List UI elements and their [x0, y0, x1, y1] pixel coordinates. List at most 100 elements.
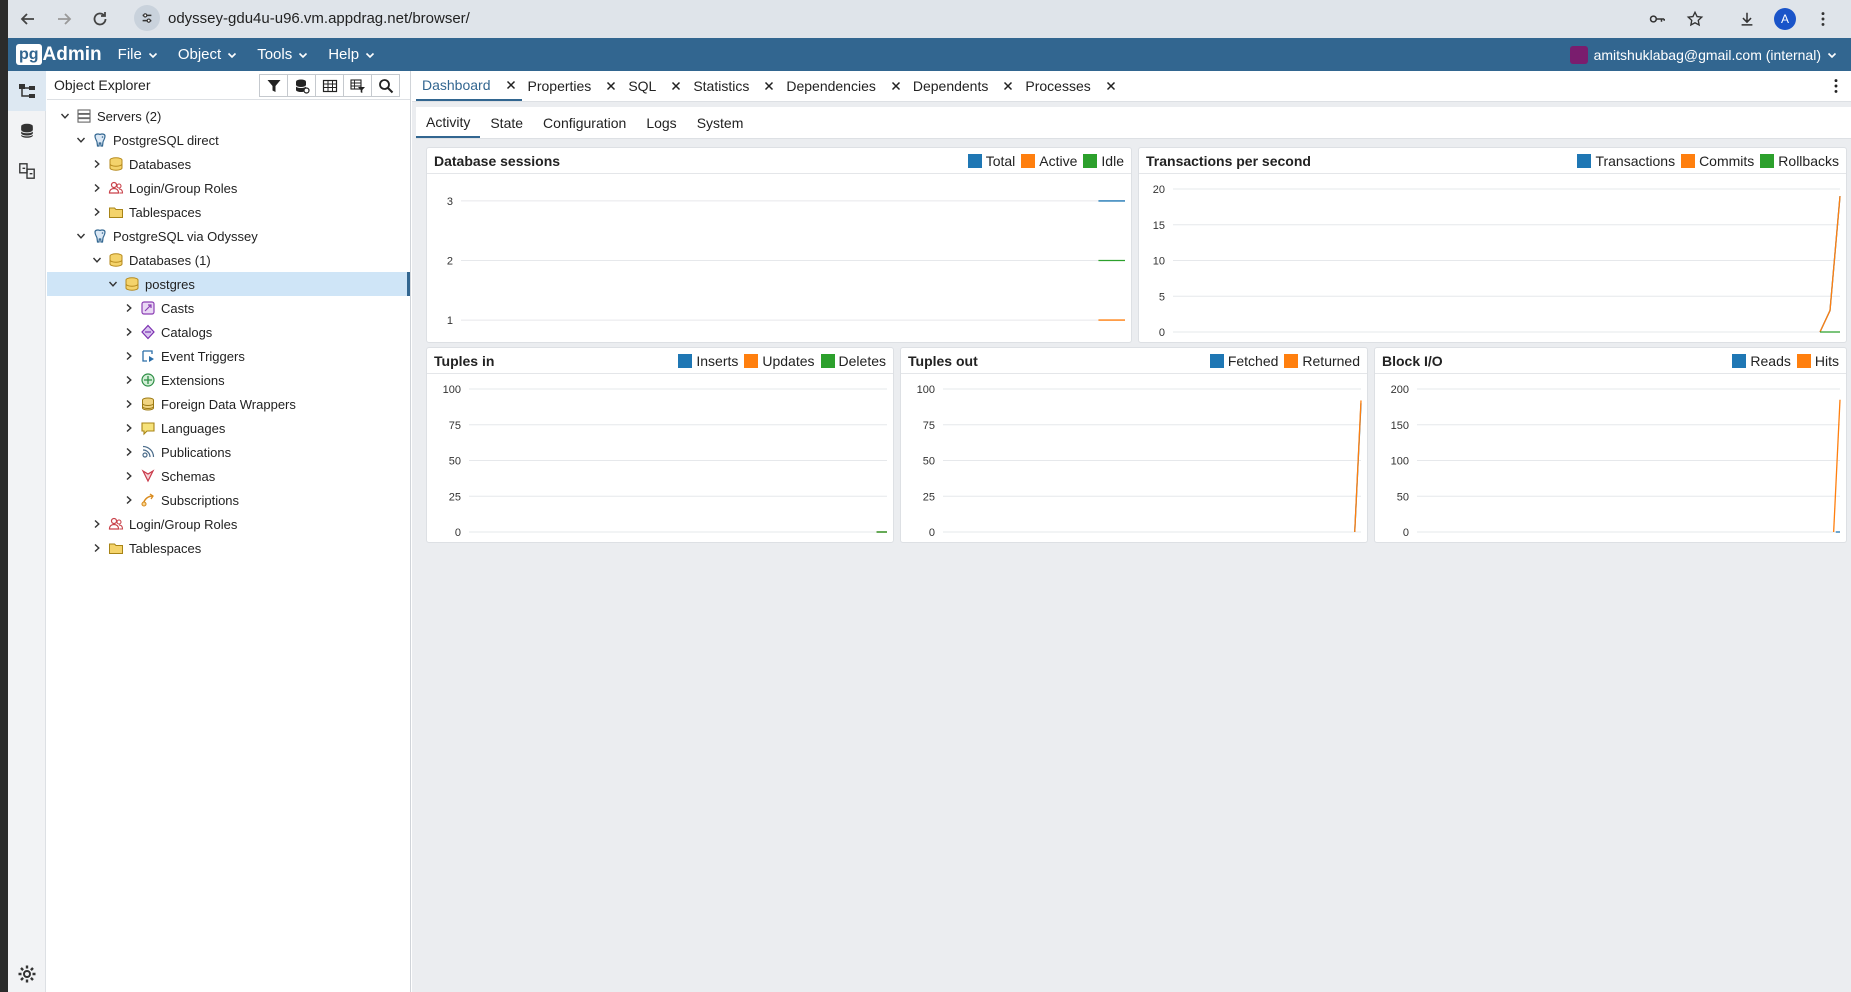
- tab-more-menu[interactable]: [1827, 77, 1845, 98]
- tree-node[interactable]: Publications: [47, 440, 410, 464]
- back-button[interactable]: [12, 3, 44, 35]
- chevron-right-icon[interactable]: [90, 541, 104, 555]
- chevron-right-icon[interactable]: [122, 445, 136, 459]
- legend-item[interactable]: Deletes: [820, 353, 886, 369]
- legend-item[interactable]: Reads: [1732, 353, 1791, 369]
- tree-node[interactable]: PostgreSQL direct: [47, 128, 410, 152]
- legend-item[interactable]: Transactions: [1577, 153, 1675, 169]
- legend-item[interactable]: Inserts: [678, 353, 738, 369]
- close-icon[interactable]: [757, 81, 774, 91]
- menu-help[interactable]: Help: [328, 46, 375, 63]
- tab-dependents[interactable]: Dependents: [907, 71, 1020, 101]
- close-icon[interactable]: [1099, 81, 1116, 91]
- tree-node[interactable]: Databases (1): [47, 248, 410, 272]
- subtab-system[interactable]: System: [687, 108, 754, 138]
- tree-node[interactable]: Login/Group Roles: [47, 176, 410, 200]
- tree-node[interactable]: Catalogs: [47, 320, 410, 344]
- close-icon[interactable]: [599, 81, 616, 91]
- reload-button[interactable]: [84, 3, 116, 35]
- chevron-right-icon[interactable]: [90, 157, 104, 171]
- bookmark-star-icon[interactable]: [1681, 5, 1709, 33]
- chevron-down-icon[interactable]: [106, 277, 120, 291]
- menu-file[interactable]: File: [118, 46, 158, 63]
- tree-node[interactable]: Languages: [47, 416, 410, 440]
- close-icon[interactable]: [664, 81, 681, 91]
- chevron-right-icon[interactable]: [122, 469, 136, 483]
- tab-properties[interactable]: Properties: [522, 71, 623, 101]
- tree-node[interactable]: Foreign Data Wrappers: [47, 392, 410, 416]
- subtab-configuration[interactable]: Configuration: [533, 108, 636, 138]
- chevron-right-icon[interactable]: [90, 205, 104, 219]
- chevron-down-icon[interactable]: [58, 109, 72, 123]
- tree-node[interactable]: Event Triggers: [47, 344, 410, 368]
- chevron-down-icon[interactable]: [74, 133, 88, 147]
- menu-object[interactable]: Object: [178, 46, 237, 63]
- tree-node[interactable]: Login/Group Roles: [47, 512, 410, 536]
- close-icon[interactable]: [884, 81, 901, 91]
- object-explorer-rail-button[interactable]: [8, 71, 46, 111]
- legend-item[interactable]: Rollbacks: [1760, 153, 1839, 169]
- tree-node[interactable]: Databases: [47, 152, 410, 176]
- forward-button[interactable]: [48, 3, 80, 35]
- chevron-right-icon[interactable]: [90, 181, 104, 195]
- tree-node[interactable]: Extensions: [47, 368, 410, 392]
- address-bar[interactable]: odyssey-gdu4u-u96.vm.appdrag.net/browser…: [128, 3, 1688, 33]
- chevron-down-icon[interactable]: [74, 229, 88, 243]
- subtab-state[interactable]: State: [480, 108, 533, 138]
- filtered-rows-button[interactable]: [343, 74, 372, 97]
- tree-node[interactable]: Schemas: [47, 464, 410, 488]
- tree-node-label: Schemas: [161, 468, 216, 484]
- tree-node[interactable]: Subscriptions: [47, 488, 410, 512]
- chevron-right-icon[interactable]: [122, 325, 136, 339]
- tree-node[interactable]: Casts: [47, 296, 410, 320]
- tab-dependencies[interactable]: Dependencies: [780, 71, 907, 101]
- site-settings-icon[interactable]: [134, 5, 160, 31]
- settings-button[interactable]: [8, 964, 46, 984]
- tab-statistics[interactable]: Statistics: [687, 71, 780, 101]
- tree-node[interactable]: postgres: [47, 272, 410, 296]
- tree-node[interactable]: Servers (2): [47, 104, 410, 128]
- legend-item[interactable]: Fetched: [1209, 353, 1278, 369]
- tab-processes[interactable]: Processes: [1019, 71, 1121, 101]
- close-icon[interactable]: [499, 80, 516, 90]
- subtab-logs[interactable]: Logs: [636, 108, 686, 138]
- chart-plot: 0 5 10 15 20: [1153, 184, 1841, 339]
- close-icon[interactable]: [996, 81, 1013, 91]
- legend-item[interactable]: Commits: [1681, 153, 1754, 169]
- browser-menu-icon[interactable]: [1809, 5, 1837, 33]
- view-data-button[interactable]: [315, 74, 344, 97]
- password-key-icon[interactable]: [1643, 5, 1671, 33]
- subtab-activity[interactable]: Activity: [416, 108, 481, 138]
- legend-item[interactable]: Updates: [744, 353, 815, 369]
- legend-item[interactable]: Active: [1021, 153, 1077, 169]
- tablespaces-icon: [108, 204, 124, 220]
- chevron-right-icon[interactable]: [122, 493, 136, 507]
- chevron-right-icon[interactable]: [90, 517, 104, 531]
- chevron-right-icon[interactable]: [122, 421, 136, 435]
- tab-dashboard[interactable]: Dashboard: [416, 71, 522, 101]
- chevron-right-icon[interactable]: [122, 397, 136, 411]
- user-menu[interactable]: amitshuklabag@gmail.com (internal): [1569, 38, 1837, 71]
- legend-item[interactable]: Returned: [1284, 353, 1360, 369]
- profile-button[interactable]: A: [1771, 5, 1799, 33]
- chevron-right-icon[interactable]: [122, 373, 136, 387]
- tab-sql[interactable]: SQL: [622, 71, 687, 101]
- query-tool-rail-button[interactable]: [8, 111, 46, 151]
- chevron-right-icon[interactable]: [122, 349, 136, 363]
- query-tool-button[interactable]: [287, 74, 316, 97]
- downloads-icon[interactable]: [1733, 5, 1761, 33]
- legend-item[interactable]: Hits: [1796, 353, 1839, 369]
- chevron-down-icon[interactable]: [90, 253, 104, 267]
- tree-node[interactable]: Tablespaces: [47, 536, 410, 560]
- filter-button[interactable]: [259, 74, 288, 97]
- tree-node[interactable]: Tablespaces: [47, 200, 410, 224]
- chevron-down-icon: [148, 52, 157, 58]
- schema-diff-rail-button[interactable]: [8, 151, 46, 191]
- search-objects-button[interactable]: [371, 74, 400, 97]
- url-text[interactable]: odyssey-gdu4u-u96.vm.appdrag.net/browser…: [168, 10, 470, 27]
- tree-node[interactable]: PostgreSQL via Odyssey: [47, 224, 410, 248]
- legend-item[interactable]: Total: [967, 153, 1015, 169]
- chevron-right-icon[interactable]: [122, 301, 136, 315]
- menu-tools[interactable]: Tools: [257, 46, 308, 63]
- legend-item[interactable]: Idle: [1083, 153, 1124, 169]
